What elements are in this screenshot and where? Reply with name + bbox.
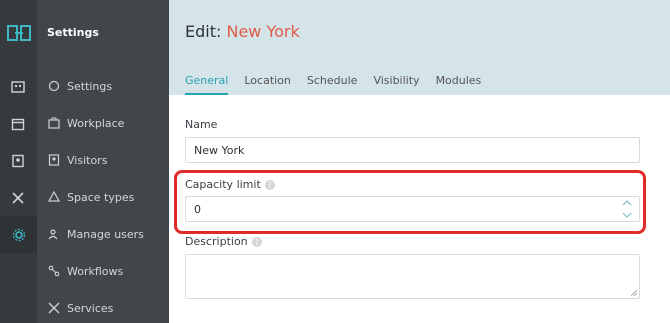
id-badge-icon: [47, 153, 61, 167]
sidebar-item-label: Workplace: [67, 116, 125, 130]
workflow-icon: [47, 264, 61, 278]
briefcase-icon: [47, 116, 61, 130]
users-icon: [47, 227, 61, 241]
description-label: Description?: [185, 235, 262, 248]
description-label-text: Description: [185, 235, 248, 248]
tab-general[interactable]: General: [185, 74, 229, 95]
name-value: New York: [194, 143, 245, 157]
sidebar-item-label: Services: [67, 301, 114, 315]
name-field[interactable]: New York: [185, 137, 640, 163]
page-title: Edit: New York: [185, 22, 300, 41]
capacity-highlight-box: [174, 170, 646, 234]
description-textarea[interactable]: [185, 254, 640, 299]
sidebar-item-label: Visitors: [67, 153, 108, 167]
tools-icon: [47, 301, 61, 315]
shapes-icon: [47, 190, 61, 204]
settings-sidebar: Settings Settings Workplace Visitors Spa…: [37, 0, 169, 323]
page-header: Edit: New York General Location Schedule…: [169, 0, 670, 95]
icon-rail: [0, 0, 37, 323]
title-prefix: Edit:: [185, 22, 222, 41]
settings-gear-icon[interactable]: [0, 216, 37, 253]
logo-icon[interactable]: [7, 24, 31, 42]
sidebar-item-label: Space types: [67, 190, 135, 204]
sidebar-item-label: Manage users: [67, 227, 144, 241]
calendar-icon[interactable]: [9, 115, 27, 133]
sidebar-item-space-types[interactable]: Space types: [47, 188, 134, 206]
sidebar-item-workflows[interactable]: Workflows: [47, 262, 123, 280]
badge-icon[interactable]: [9, 152, 27, 170]
sidebar-item-manage-users[interactable]: Manage users: [47, 225, 144, 243]
tab-location[interactable]: Location: [244, 74, 291, 95]
tools-icon[interactable]: [9, 189, 27, 207]
help-icon[interactable]: ?: [251, 237, 262, 247]
sidebar-item-settings[interactable]: Settings: [47, 77, 112, 95]
sidebar-item-label: Workflows: [67, 264, 124, 278]
sidebar-title: Settings: [47, 26, 99, 39]
sidebar-item-workplace[interactable]: Workplace: [47, 114, 124, 132]
tab-visibility[interactable]: Visibility: [373, 74, 419, 95]
sidebar-item-visitors[interactable]: Visitors: [47, 151, 107, 169]
title-location-name: New York: [226, 22, 300, 41]
gear-outline-icon: [47, 79, 61, 93]
name-label: Name: [185, 118, 218, 131]
tab-modules[interactable]: Modules: [436, 74, 482, 95]
tab-schedule[interactable]: Schedule: [307, 74, 358, 95]
building-icon[interactable]: [9, 78, 27, 96]
tab-bar: General Location Schedule Visibility Mod…: [185, 74, 481, 95]
sidebar-item-label: Settings: [67, 79, 113, 93]
resize-handle-icon[interactable]: [631, 290, 637, 296]
sidebar-item-services[interactable]: Services: [47, 299, 113, 317]
